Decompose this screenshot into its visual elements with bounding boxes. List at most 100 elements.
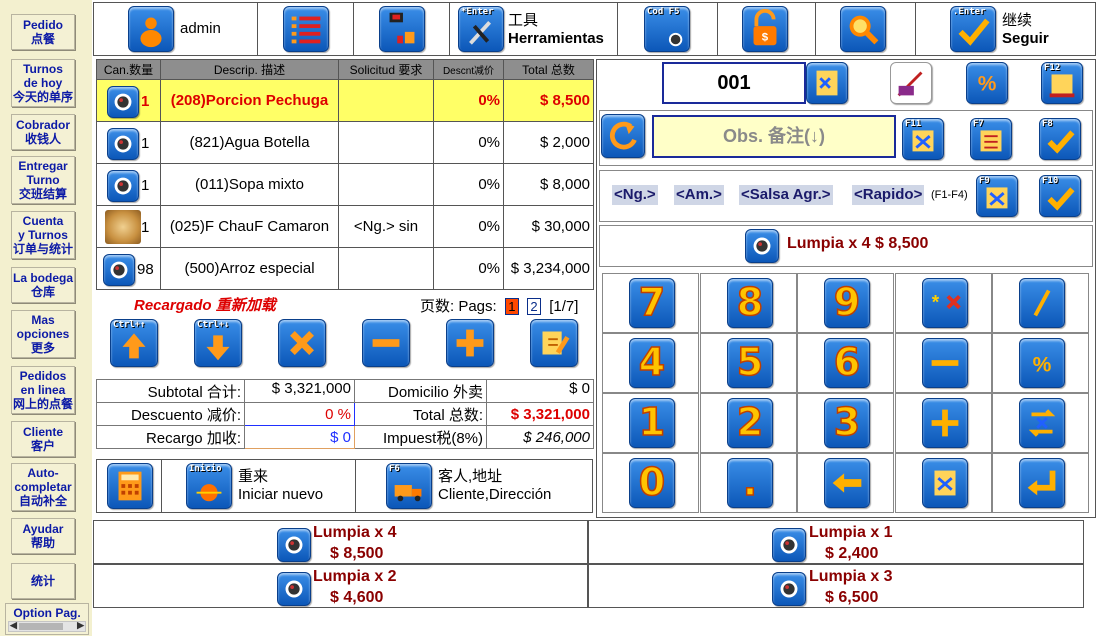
- f9-button[interactable]: F9: [976, 175, 1018, 217]
- key-8[interactable]: 8: [700, 273, 797, 333]
- edit-item-button[interactable]: [530, 319, 578, 367]
- code-button[interactable]: Cod F5: [618, 3, 718, 55]
- sidebar: Pedido 点餐 Turnos de hoy 今天的单序 Cobrador 收…: [0, 0, 92, 636]
- search-button[interactable]: [816, 3, 916, 55]
- f10-button[interactable]: F10: [1039, 175, 1081, 217]
- scroll-right-icon[interactable]: ▶: [77, 620, 84, 631]
- sidebar-item-turnos-hoy[interactable]: Turnos de hoy 今天的单序: [11, 59, 75, 107]
- key-swap[interactable]: [992, 393, 1089, 453]
- col-header-request: Solicitud 要求: [338, 59, 434, 80]
- key-6-digit: 6: [833, 339, 861, 385]
- arrow-down-icon: [206, 335, 230, 361]
- restart-button[interactable]: Inicio 重来 Iniciar nuevo: [162, 460, 356, 512]
- key-backspace[interactable]: [797, 453, 894, 513]
- key-dot[interactable]: .: [700, 453, 797, 513]
- key-multiply[interactable]: *: [895, 273, 992, 333]
- increase-qty-button[interactable]: [446, 319, 494, 367]
- key-divide[interactable]: [992, 273, 1089, 333]
- page-2-button[interactable]: 2: [527, 298, 542, 315]
- row-qty: 98: [137, 261, 154, 278]
- option-page-button[interactable]: Option Pag. ◀ ▶: [5, 603, 89, 635]
- table-row[interactable]: 1 (011)Sopa mixto 0% $ 8,000: [96, 163, 594, 206]
- observation-button[interactable]: F12: [1041, 62, 1083, 104]
- sidebar-item-pedidos-linea[interactable]: Pedidos en linea 网上的点餐: [11, 366, 75, 414]
- key-dot-digit: .: [742, 459, 758, 505]
- quick-item[interactable]: Lumpia x 4 $ 8,500: [93, 520, 588, 564]
- sunrise-icon: Inicio: [186, 463, 232, 509]
- user-cell[interactable]: admin: [94, 3, 258, 55]
- sidebar-item-cuenta-turnos[interactable]: Cuenta y Turnos 订单与统计: [11, 211, 75, 259]
- modifier-am[interactable]: <Am.>: [674, 185, 724, 205]
- sidebar-item-entregar-turno[interactable]: Entregar Turno 交班结算: [11, 156, 75, 204]
- key-9[interactable]: 9: [797, 273, 894, 333]
- table-row[interactable]: 98 (500)Arroz especial 0% $ 3,234,000: [96, 247, 594, 290]
- sidebar-item-pedido[interactable]: Pedido 点餐: [11, 14, 75, 50]
- row-request: [338, 247, 434, 290]
- key-1[interactable]: 1: [602, 393, 699, 453]
- menu-list-button[interactable]: [258, 3, 354, 55]
- quick-item[interactable]: Lumpia x 1 $ 2,400: [588, 520, 1084, 564]
- sidebar-item-estadisticas[interactable]: 统计: [11, 563, 75, 599]
- unlock-button[interactable]: $: [718, 3, 816, 55]
- delete-item-button[interactable]: [278, 319, 326, 367]
- tools-label-cn: 工具: [508, 12, 539, 29]
- move-up-button[interactable]: Ctrl+↑: [110, 319, 158, 367]
- tools-button[interactable]: *Enter 工具 Herramientas: [450, 3, 618, 55]
- refresh-icon: [609, 121, 637, 150]
- obs-field[interactable]: Obs. 备注(↓): [652, 115, 896, 158]
- move-down-button[interactable]: Ctrl+↓: [194, 319, 242, 367]
- key-3[interactable]: 3: [797, 393, 894, 453]
- sidebar-item-ayudar[interactable]: Ayudar 帮助: [11, 518, 75, 554]
- print-button[interactable]: [354, 3, 450, 55]
- scroll-thumb[interactable]: [19, 623, 63, 630]
- table-swap-button[interactable]: [806, 62, 848, 104]
- sidebar-item-cobrador[interactable]: Cobrador 收钱人: [11, 114, 75, 150]
- key-minus[interactable]: [895, 333, 992, 393]
- modifier-rapido[interactable]: <Rapido>: [852, 185, 925, 205]
- sidebar-item-cliente[interactable]: Cliente 客户: [11, 421, 75, 457]
- modifier-ng[interactable]: <Ng.>: [612, 185, 658, 205]
- row-discount: 0%: [433, 163, 504, 206]
- page-1-button[interactable]: 1: [504, 298, 519, 315]
- table-row[interactable]: 1 (821)Agua Botella 0% $ 2,000: [96, 121, 594, 164]
- quick-item-name: Lumpia x 2: [313, 568, 397, 585]
- quick-item[interactable]: Lumpia x 2 $ 4,600: [93, 564, 588, 608]
- key-4[interactable]: 4: [602, 333, 699, 393]
- f8-button[interactable]: F8: [1039, 118, 1081, 160]
- key-2[interactable]: 2: [700, 393, 797, 453]
- table-row[interactable]: 1 (208)Porcion Pechuga 0% $ 8,500: [96, 79, 594, 122]
- table-number-field[interactable]: 001: [662, 62, 806, 104]
- percent-button[interactable]: %: [966, 62, 1008, 104]
- refresh-button[interactable]: [601, 114, 645, 158]
- f7-button[interactable]: F7: [970, 118, 1012, 160]
- discount-input[interactable]: 0 %: [244, 402, 355, 426]
- percent-icon: %: [1033, 354, 1052, 377]
- key-clear[interactable]: [895, 453, 992, 513]
- fried-rice-photo: [105, 210, 141, 244]
- scroll-left-icon[interactable]: ◀: [10, 620, 17, 631]
- continue-button[interactable]: .Enter 继续 Seguir: [916, 3, 1097, 55]
- col-header-discount: Descnt减价: [433, 59, 504, 80]
- reload-link[interactable]: Recargado 重新加载: [134, 294, 276, 315]
- sidebar-item-mas-opciones[interactable]: Mas opciones 更多: [11, 310, 75, 358]
- f11-button[interactable]: F11: [902, 118, 944, 160]
- key-plus[interactable]: [895, 393, 992, 453]
- waiter-icon: [897, 71, 923, 97]
- calculator-button[interactable]: [97, 460, 162, 512]
- key-5[interactable]: 5: [700, 333, 797, 393]
- key-6[interactable]: 6: [797, 333, 894, 393]
- table-row[interactable]: 1 (025)F ChauF Camaron <Ng.> sin 0% $ 30…: [96, 205, 594, 248]
- waiter-button[interactable]: [890, 62, 932, 104]
- key-enter[interactable]: [992, 453, 1089, 513]
- modifier-salsa[interactable]: <Salsa Agr.>: [739, 185, 833, 205]
- sidebar-scrollbar[interactable]: ◀ ▶: [8, 620, 86, 632]
- quick-item[interactable]: Lumpia x 3 $ 6,500: [588, 564, 1084, 608]
- key-7[interactable]: 7: [602, 273, 699, 333]
- key-0[interactable]: 0: [602, 453, 699, 513]
- sidebar-item-bodega[interactable]: La bodega 仓库: [11, 267, 75, 303]
- surcharge-input[interactable]: $ 0: [244, 425, 355, 449]
- sidebar-item-autocompletar[interactable]: Auto- completar 自动补全: [11, 463, 75, 511]
- key-percent[interactable]: %: [992, 333, 1089, 393]
- decrease-qty-button[interactable]: [362, 319, 410, 367]
- customer-address-button[interactable]: F6 客人,地址 Cliente,Dirección: [356, 460, 592, 512]
